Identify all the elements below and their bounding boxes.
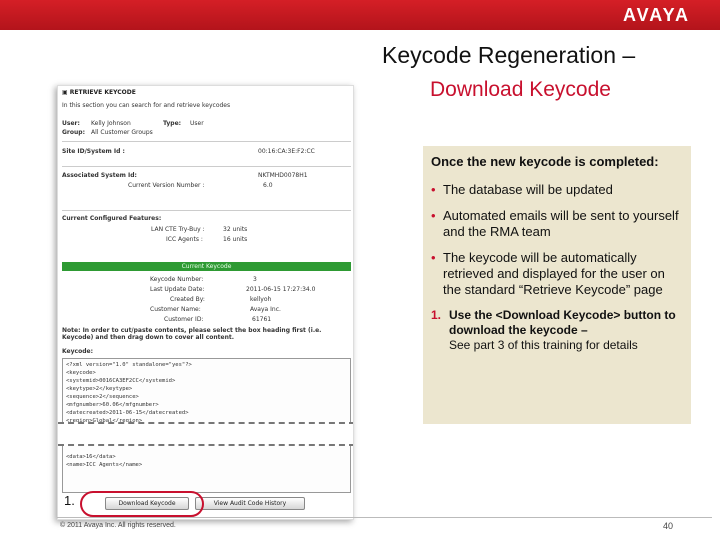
avaya-logo: AVAYA <box>622 5 690 25</box>
highlight-ring <box>80 491 204 517</box>
xml-line: <mfgnumber>60.06</mfgnumber> <box>66 402 159 408</box>
xml-line: <data>16</data> <box>66 454 116 460</box>
version-value: 6.0 <box>263 182 273 189</box>
keycode-label: Keycode: <box>62 348 93 355</box>
customer-id-value: 61761 <box>252 316 272 323</box>
divider <box>62 166 351 167</box>
feature-lan-cte-label: LAN CTE Try-Buy : <box>151 226 205 233</box>
user-value: Kelly Johnson <box>91 120 131 127</box>
bullet-item: • Automated emails will be sent to yourse… <box>431 208 679 239</box>
page-number: 40 <box>663 521 674 531</box>
xml-line: <keycode> <box>66 370 96 376</box>
step-marker: 1. <box>64 493 75 508</box>
customer-name-value: Avaya Inc. <box>250 306 281 313</box>
bullet-icon: • <box>431 208 436 223</box>
bullet-icon: • <box>431 182 436 197</box>
callout-bullets: • The database will be updated • Automated… <box>431 182 683 298</box>
torn-edge <box>58 422 353 446</box>
cut-paste-note: Note: In order to cut/paste contents, pl… <box>62 327 322 341</box>
current-keycode-bar: Current Keycode <box>62 262 351 271</box>
created-by-value: kellyoh <box>250 296 272 303</box>
callout-intro: Once the new keycode is completed: <box>431 154 659 169</box>
version-label: Current Version Number : <box>128 182 205 189</box>
retrieve-keycode-screenshot: ▣ RETRIEVE KEYCODE In this section you c… <box>57 85 354 520</box>
bullet-icon: • <box>431 250 436 265</box>
header-bar: AVAYA <box>0 0 720 30</box>
step-number: 1. <box>431 308 442 322</box>
screenshot-intro: In this section you can search for and r… <box>62 102 231 109</box>
copyright: © 2011 Avaya Inc. All rights reserved. <box>60 522 176 529</box>
last-update-label: Last Update Date: <box>150 286 205 293</box>
xml-line: <systemid>0016CA3EF2CC</systemid> <box>66 378 176 384</box>
last-update-value: 2011-06-15 17:27:34.0 <box>246 286 316 293</box>
footer-divider <box>57 517 712 518</box>
user-label: User: <box>62 120 80 127</box>
divider <box>62 210 351 211</box>
customer-name-label: Customer Name: <box>150 306 201 313</box>
site-id-value: 00:16:CA:3E:F2:CC <box>258 148 315 155</box>
bullet-item: • The database will be updated <box>431 182 613 197</box>
group-value: All Customer Groups <box>91 129 153 136</box>
type-value: User <box>190 120 204 127</box>
customer-id-label: Customer ID: <box>164 316 204 323</box>
assoc-system-value: NKTMHD0078H1 <box>258 172 308 179</box>
features-label: Current Configured Features: <box>62 215 162 222</box>
callout-step: 1. Use the <Download Keycode> button to … <box>431 308 683 353</box>
step-sub: See part 3 of this training for details <box>449 338 638 352</box>
view-audit-history-button[interactable]: View Audit Code History <box>195 497 305 510</box>
xml-line: <datecreated>2011-06-15</datecreated> <box>66 410 189 416</box>
created-by-label: Created By: <box>170 296 205 303</box>
step-text: Use the <Download Keycode> button to dow… <box>449 308 683 353</box>
screenshot-header: ▣ RETRIEVE KEYCODE <box>62 89 136 96</box>
xml-line: <?xml version="1.0" standalone="yes"?> <box>66 362 192 368</box>
keycode-number-label: Keycode Number: <box>150 276 204 283</box>
keycode-number-value: 3 <box>253 276 257 283</box>
feature-icc-label: ICC Agents : <box>166 236 203 243</box>
assoc-system-label: Associated System Id: <box>62 172 137 179</box>
feature-icc-value: 16 units <box>223 236 248 243</box>
slide-title: Keycode Regeneration – <box>382 42 636 68</box>
xml-line: <sequence>2</sequence> <box>66 394 139 400</box>
bullet-item: • The keycode will be automatically retri… <box>431 250 665 297</box>
slide-subtitle: Download Keycode <box>430 78 611 101</box>
feature-lan-cte-value: 32 units <box>223 226 248 233</box>
type-label: Type: <box>163 120 182 127</box>
xml-line: <keytype>2</keytype> <box>66 386 133 392</box>
xml-line: <name>ICC Agents</name> <box>66 462 143 468</box>
callout-box: Once the new keycode is completed: • The … <box>423 146 691 424</box>
divider <box>62 141 351 142</box>
group-label: Group: <box>62 129 85 136</box>
site-id-label: Site ID/System Id : <box>62 148 125 155</box>
